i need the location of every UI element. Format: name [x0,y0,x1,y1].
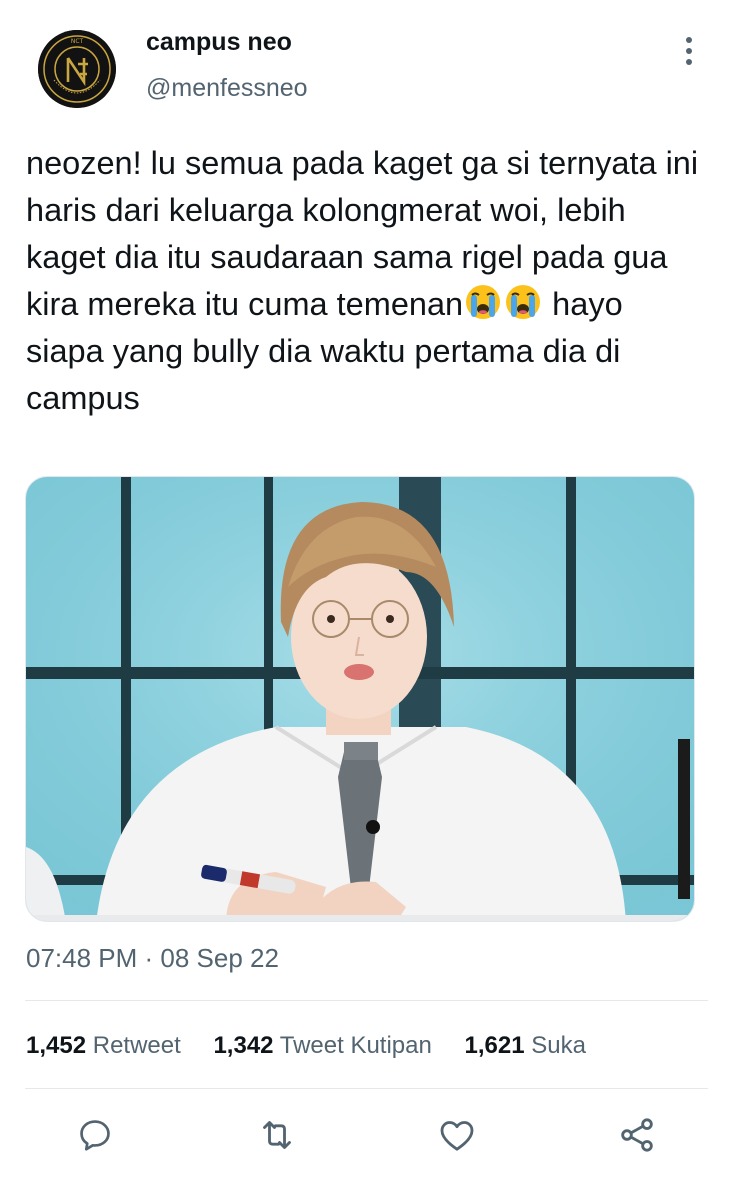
more-dot-icon [686,59,692,65]
tweet-actions [0,1110,732,1170]
tweet-header: NCT campus neo @menfessneo [0,0,732,130]
avatar[interactable]: NCT [38,30,116,108]
like-stat[interactable]: 1,621 Suka [465,1032,586,1060]
retweet-label: Retweet [92,1032,181,1059]
nct-logo-icon: NCT [38,30,116,108]
tweet-media-photo[interactable] [25,476,695,922]
tweet-stats: 1,452 Retweet 1,342 Tweet Kutipan 1,621 … [26,1032,612,1060]
loudly-crying-face-icon [506,285,541,319]
share-icon [621,1118,653,1152]
account-handle[interactable]: @menfessneo [146,74,308,103]
reply-icon [80,1120,110,1151]
retweet-stat[interactable]: 1,452 Retweet [26,1032,181,1060]
loudly-crying-face-icon [466,285,501,319]
like-button[interactable] [432,1110,482,1160]
more-dot-icon [686,48,692,54]
account-name[interactable]: campus neo [146,28,292,57]
tweet-timestamp[interactable]: 07:48 PM · 08 Sep 22 [26,943,279,974]
divider [25,1088,708,1089]
like-label: Suka [531,1032,586,1059]
quote-count: 1,342 [213,1032,274,1059]
divider [25,1000,708,1001]
tweet-text: neozen! lu semua pada kaget ga si ternya… [26,140,706,422]
more-options-button[interactable] [672,34,706,68]
quote-label: Tweet Kutipan [279,1032,432,1059]
avatar-logo-text: NCT [71,38,84,45]
more-dot-icon [686,37,692,43]
reply-button[interactable] [70,1110,120,1160]
like-count: 1,621 [464,1032,525,1059]
share-button[interactable] [612,1110,662,1160]
quote-stat[interactable]: 1,342 Tweet Kutipan [213,1032,431,1060]
retweet-button[interactable] [252,1110,302,1160]
retweet-count: 1,452 [26,1032,87,1059]
photo-person-glasses-icon [26,477,694,921]
retweet-icon [263,1121,291,1149]
heart-icon [440,1121,474,1151]
